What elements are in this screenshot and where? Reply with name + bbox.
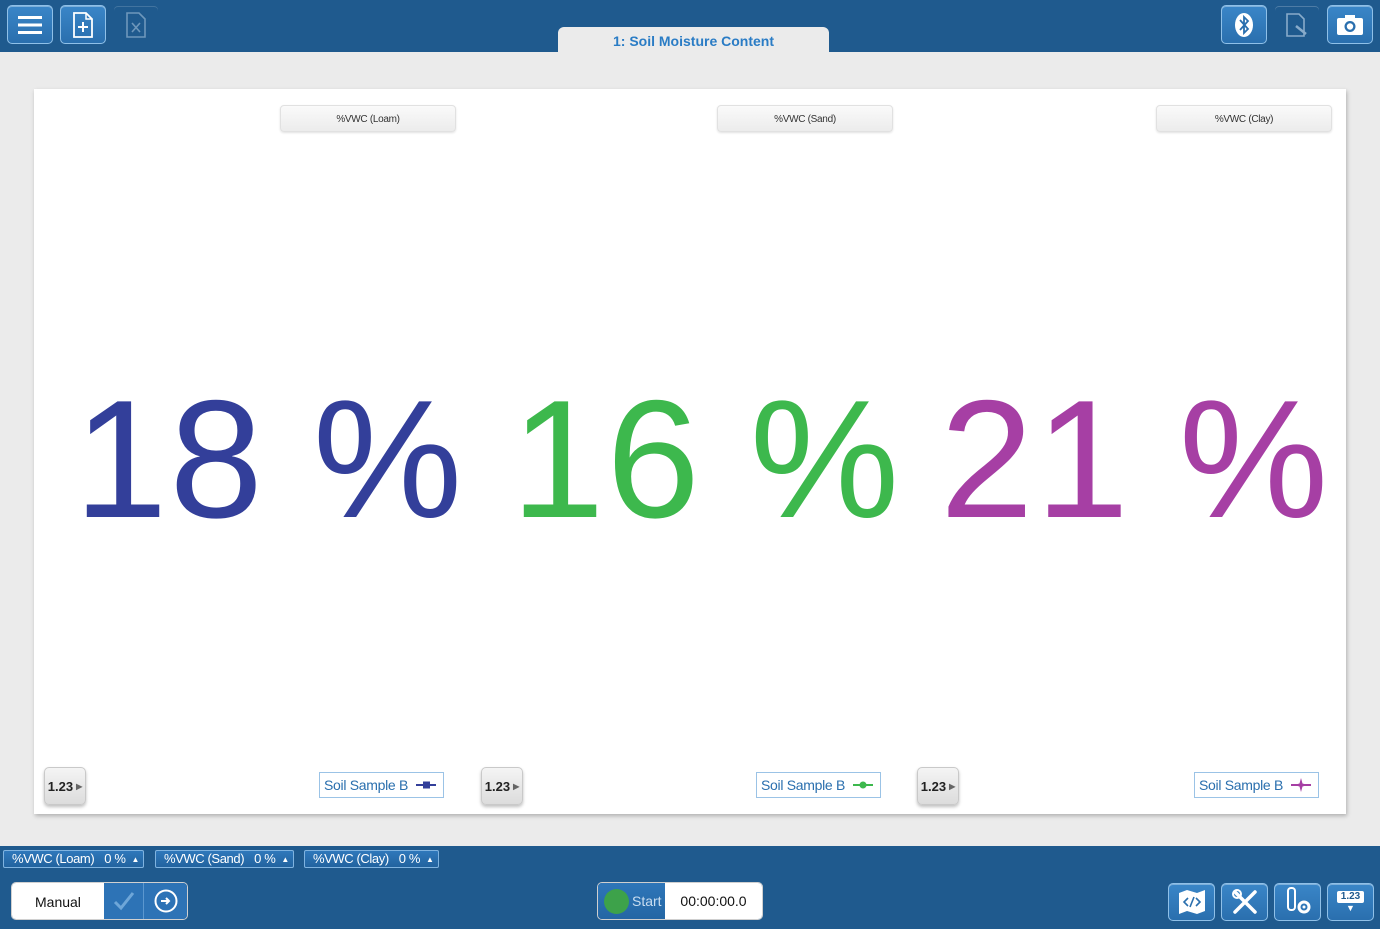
caret-up-icon: ▲: [426, 855, 434, 864]
play-triangle-icon: ▶: [76, 781, 83, 791]
meter-value: 0: [104, 851, 112, 866]
bluetooth-button[interactable]: [1221, 5, 1267, 44]
start-timer-group: Start 00:00:00.0: [597, 882, 763, 920]
sensor-selector-sand[interactable]: %VWC (Sand): [717, 105, 893, 132]
format-label: 1.23: [920, 778, 947, 794]
meter-unit: %: [408, 851, 421, 866]
tools-icon: [1231, 889, 1257, 914]
number-format-button-loam[interactable]: 1.23 ▶: [44, 767, 86, 805]
sensor-selector-clay[interactable]: %VWC (Clay): [1156, 105, 1332, 132]
snapshot-button[interactable]: [1327, 5, 1373, 44]
elapsed-time: 00:00:00.0: [665, 883, 762, 919]
caret-up-icon: ▲: [281, 855, 289, 864]
start-label: Start: [632, 893, 662, 909]
play-triangle-icon: ▶: [513, 781, 520, 791]
add-display-button[interactable]: 1.23 ▼: [1327, 883, 1374, 921]
delete-page-icon: [126, 11, 146, 38]
control-bar: Manual Start 00:00:00.0 1.23 ▼: [0, 872, 1380, 929]
number-format-button-sand[interactable]: 1.23 ▶: [481, 767, 523, 805]
sensor-selector-loam[interactable]: %VWC (Loam): [280, 105, 456, 132]
sensor-settings-icon: [1286, 887, 1310, 914]
meter-label: %VWC (Clay): [313, 851, 389, 866]
delete-page-button[interactable]: [113, 5, 159, 44]
code-map-icon: [1178, 890, 1205, 914]
annotate-icon: [1286, 12, 1307, 37]
meter-label: %VWC (Loam): [12, 851, 95, 866]
add-page-button[interactable]: [60, 5, 106, 44]
meter-unit: %: [114, 851, 126, 866]
digits-display-label: 1.23: [1336, 891, 1365, 903]
sampling-mode-button[interactable]: Manual: [12, 883, 104, 919]
target-icon: [154, 889, 178, 913]
reading-unit: %: [312, 365, 465, 553]
record-icon: [604, 888, 629, 914]
square-marker-icon: [416, 781, 437, 789]
play-triangle-icon: ▶: [949, 781, 956, 791]
reading-unit: %: [749, 365, 902, 553]
bluetooth-icon: [1235, 12, 1253, 37]
meter-sand[interactable]: %VWC (Sand) 0 % ▲: [155, 850, 294, 868]
code-button[interactable]: [1168, 883, 1215, 921]
circle-marker-icon: [853, 781, 874, 789]
hardware-setup-button[interactable]: [1274, 883, 1321, 921]
reading-value: 18: [74, 365, 265, 553]
annotate-button[interactable]: [1274, 5, 1320, 44]
keep-sample-button[interactable]: [103, 883, 144, 919]
reading-unit: %: [1178, 365, 1331, 553]
meter-loam[interactable]: %VWC (Loam) 0 % ▲: [3, 850, 145, 868]
caret-down-icon: ▼: [1346, 903, 1355, 913]
hamburger-icon: [18, 15, 42, 34]
legend-label: Soil Sample B: [761, 777, 846, 793]
camera-icon: [1337, 14, 1363, 35]
live-data-bar: %VWC (Loam) 0 % ▲ %VWC (Sand) 0 % ▲ %VWC (Cl…: [0, 846, 1380, 872]
reading-value: 16: [511, 365, 702, 553]
caret-up-icon: ▲: [131, 855, 140, 864]
digits-display-panel: %VWC (Loam) %VWC (Sand) %VWC (Clay) 18% …: [34, 89, 1346, 814]
mode-settings-button[interactable]: [143, 883, 187, 919]
meter-unit: %: [264, 851, 276, 866]
add-page-icon: [73, 11, 93, 38]
reading-value: 21: [940, 365, 1131, 553]
check-icon: [113, 892, 134, 911]
reading-loam: 18%: [74, 375, 464, 543]
meter-value: 0: [398, 851, 406, 866]
legend-sand[interactable]: Soil Sample B: [756, 772, 882, 798]
reading-sand: 16%: [511, 375, 901, 543]
format-label: 1.23: [484, 778, 511, 794]
meter-clay[interactable]: %VWC (Clay) 0 % ▲: [304, 850, 439, 868]
legend-label: Soil Sample B: [1199, 777, 1284, 793]
menu-button[interactable]: [7, 5, 53, 44]
legend-clay[interactable]: Soil Sample B: [1194, 772, 1320, 798]
meter-label: %VWC (Sand): [164, 851, 245, 866]
number-format-button-clay[interactable]: 1.23 ▶: [917, 767, 959, 805]
legend-label: Soil Sample B: [324, 777, 409, 793]
format-label: 1.23: [47, 778, 74, 794]
meter-value: 0: [254, 851, 261, 866]
legend-loam[interactable]: Soil Sample B: [319, 772, 445, 798]
page-tab[interactable]: 1: Soil Moisture Content: [558, 27, 829, 54]
sampling-mode-group: Manual: [11, 882, 188, 920]
start-button[interactable]: Start: [598, 883, 665, 919]
star-marker-icon: [1291, 778, 1312, 792]
reading-clay: 21%: [940, 375, 1330, 543]
tools-button[interactable]: [1221, 883, 1268, 921]
